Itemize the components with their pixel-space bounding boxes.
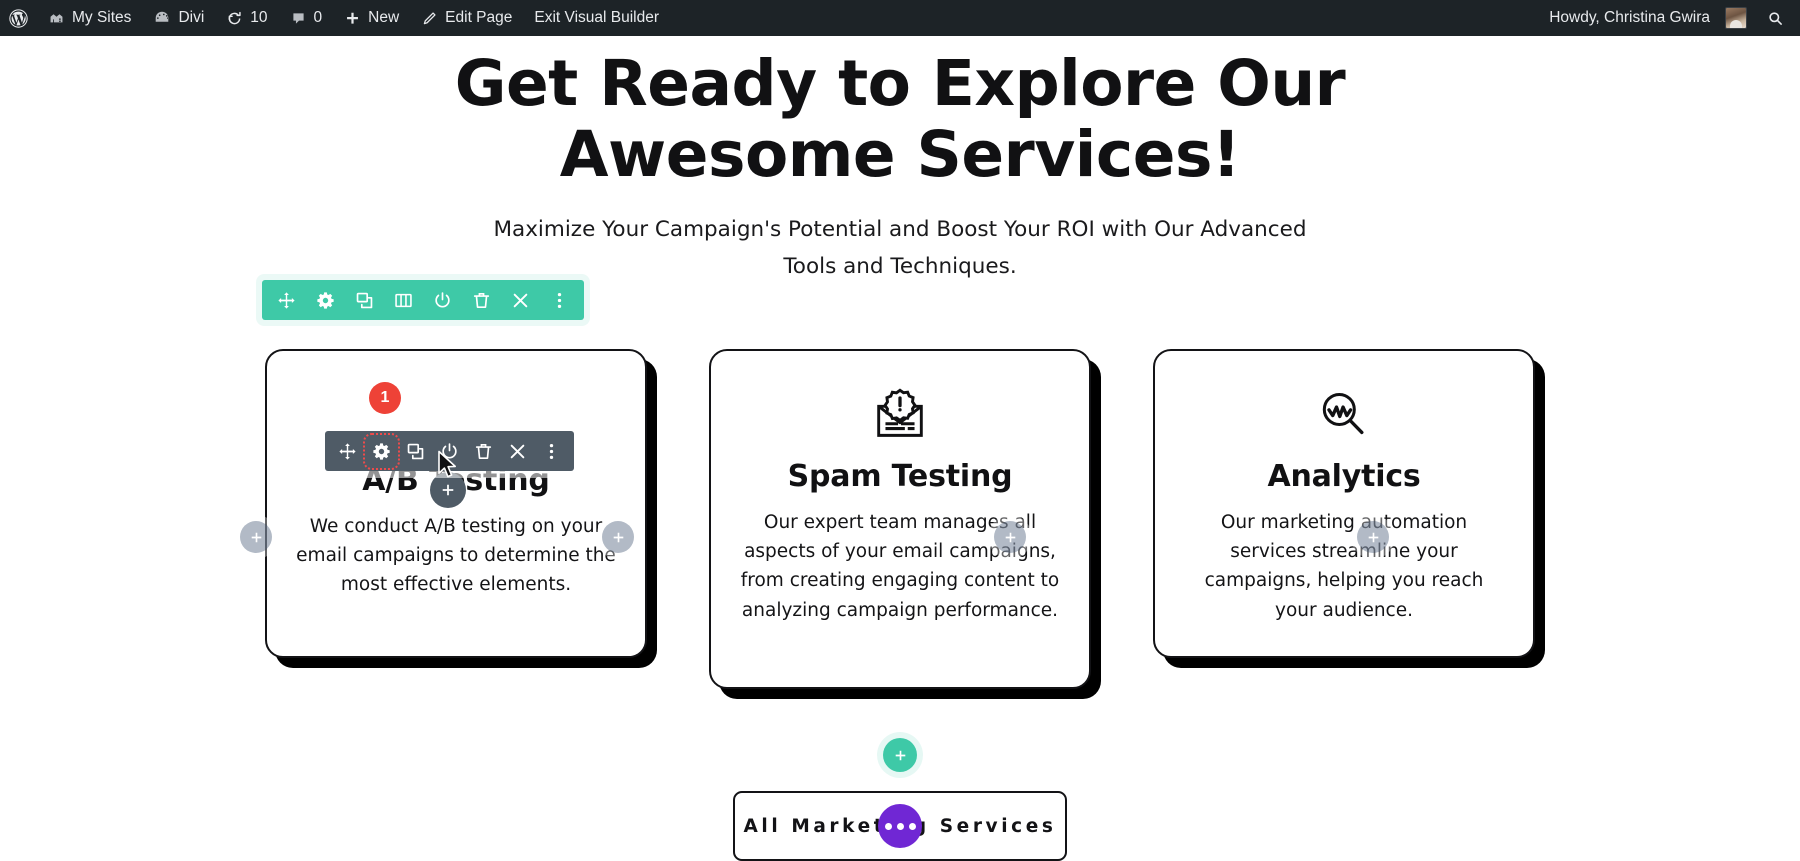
wordpress-logo-icon [8, 8, 29, 29]
adminbar-item-my-sites[interactable]: My Sites [37, 0, 142, 36]
service-card-spam-testing[interactable]: Spam Testing Our expert team manages all… [709, 349, 1091, 689]
adminbar-item-edit-page[interactable]: Edit Page [410, 0, 523, 36]
card-title: Analytics [1267, 459, 1421, 494]
services-card-row: A/B Testing We conduct A/B testing on yo… [0, 349, 1800, 689]
trash-icon[interactable] [471, 290, 492, 311]
close-icon[interactable] [507, 441, 528, 462]
my-sites-icon [48, 10, 65, 27]
card-wrap-analytics: Analytics Our marketing automation servi… [1153, 349, 1535, 658]
adminbar-item-comments[interactable]: 0 [279, 0, 334, 36]
adminbar-label-edit-page: Edit Page [445, 9, 513, 26]
page-canvas: Get Ready to Explore Our Awesome Service… [0, 36, 1800, 861]
trash-icon[interactable] [473, 441, 494, 462]
add-module-right-icon[interactable] [1357, 521, 1389, 553]
page-subtitle: Maximize Your Campaign's Potential and B… [493, 217, 1307, 280]
wp-admin-bar: My Sites Divi 10 0 New Edit Page Exit Vi… [0, 0, 1800, 36]
search-icon [1767, 10, 1784, 27]
analytics-magnifier-icon [1183, 385, 1505, 447]
howdy-label: Howdy, Christina Gwira [1549, 9, 1710, 26]
card-title: Spam Testing [787, 459, 1013, 494]
mouse-cursor-icon [437, 450, 457, 485]
gear-icon[interactable] [315, 290, 336, 311]
adminbar-item-howdy[interactable]: Howdy, Christina Gwira [1541, 0, 1755, 36]
cta-wrapper: All Marketing Services [0, 791, 1800, 861]
close-icon[interactable] [510, 290, 531, 311]
page-title: Get Ready to Explore Our Awesome Service… [454, 47, 1346, 191]
service-card-analytics[interactable]: Analytics Our marketing automation servi… [1153, 349, 1535, 658]
spinner-dot [896, 822, 904, 830]
move-icon[interactable] [276, 290, 297, 311]
card-wrap-spam-testing: Spam Testing Our expert team manages all… [709, 349, 1091, 689]
power-icon[interactable] [432, 290, 453, 311]
add-module-between-2-icon[interactable] [994, 521, 1026, 553]
move-icon[interactable] [337, 441, 358, 462]
adminbar-item-search[interactable] [1755, 0, 1800, 36]
adminbar-right-group: Howdy, Christina Gwira [1541, 0, 1800, 36]
card-text: Our marketing automation services stream… [1204, 512, 1484, 621]
adminbar-label-updates: 10 [250, 9, 268, 26]
more-options-icon[interactable] [549, 290, 570, 311]
spinner-dot [884, 822, 892, 830]
updates-icon [226, 10, 243, 27]
columns-icon[interactable] [393, 290, 414, 311]
loading-spinner-icon [878, 804, 922, 848]
spinner-dot [908, 822, 916, 830]
duplicate-icon[interactable] [405, 441, 426, 462]
adminbar-item-divi[interactable]: Divi [142, 0, 215, 36]
comments-icon [290, 10, 307, 27]
spam-envelope-icon [739, 385, 1061, 447]
adminbar-label-divi: Divi [178, 9, 205, 26]
avatar [1725, 7, 1747, 29]
add-row-button[interactable] [883, 738, 917, 772]
row-toolbar[interactable] [262, 280, 584, 320]
adminbar-item-updates[interactable]: 10 [215, 0, 278, 36]
adminbar-label-new: New [368, 9, 400, 26]
more-options-icon[interactable] [541, 441, 562, 462]
add-module-left-icon[interactable] [240, 521, 272, 553]
all-marketing-services-button[interactable]: All Marketing Services [733, 791, 1067, 861]
add-module-between-1-icon[interactable] [602, 521, 634, 553]
adminbar-item-exit-visual-builder[interactable]: Exit Visual Builder [523, 0, 670, 36]
adminbar-label-comments: 0 [313, 9, 323, 26]
status-badge: 1 [369, 382, 401, 414]
duplicate-icon[interactable] [354, 290, 375, 311]
new-content-icon [344, 10, 361, 27]
adminbar-item-wordpress[interactable] [0, 0, 37, 36]
adminbar-item-new[interactable]: New [333, 0, 410, 36]
divi-icon [153, 9, 171, 27]
adminbar-label-my-sites: My Sites [72, 9, 132, 26]
gear-icon[interactable] [363, 432, 400, 470]
card-text: We conduct A/B testing on your email cam… [296, 516, 616, 596]
edit-page-icon [421, 10, 438, 27]
adminbar-label-exit-visual-builder: Exit Visual Builder [534, 9, 660, 26]
